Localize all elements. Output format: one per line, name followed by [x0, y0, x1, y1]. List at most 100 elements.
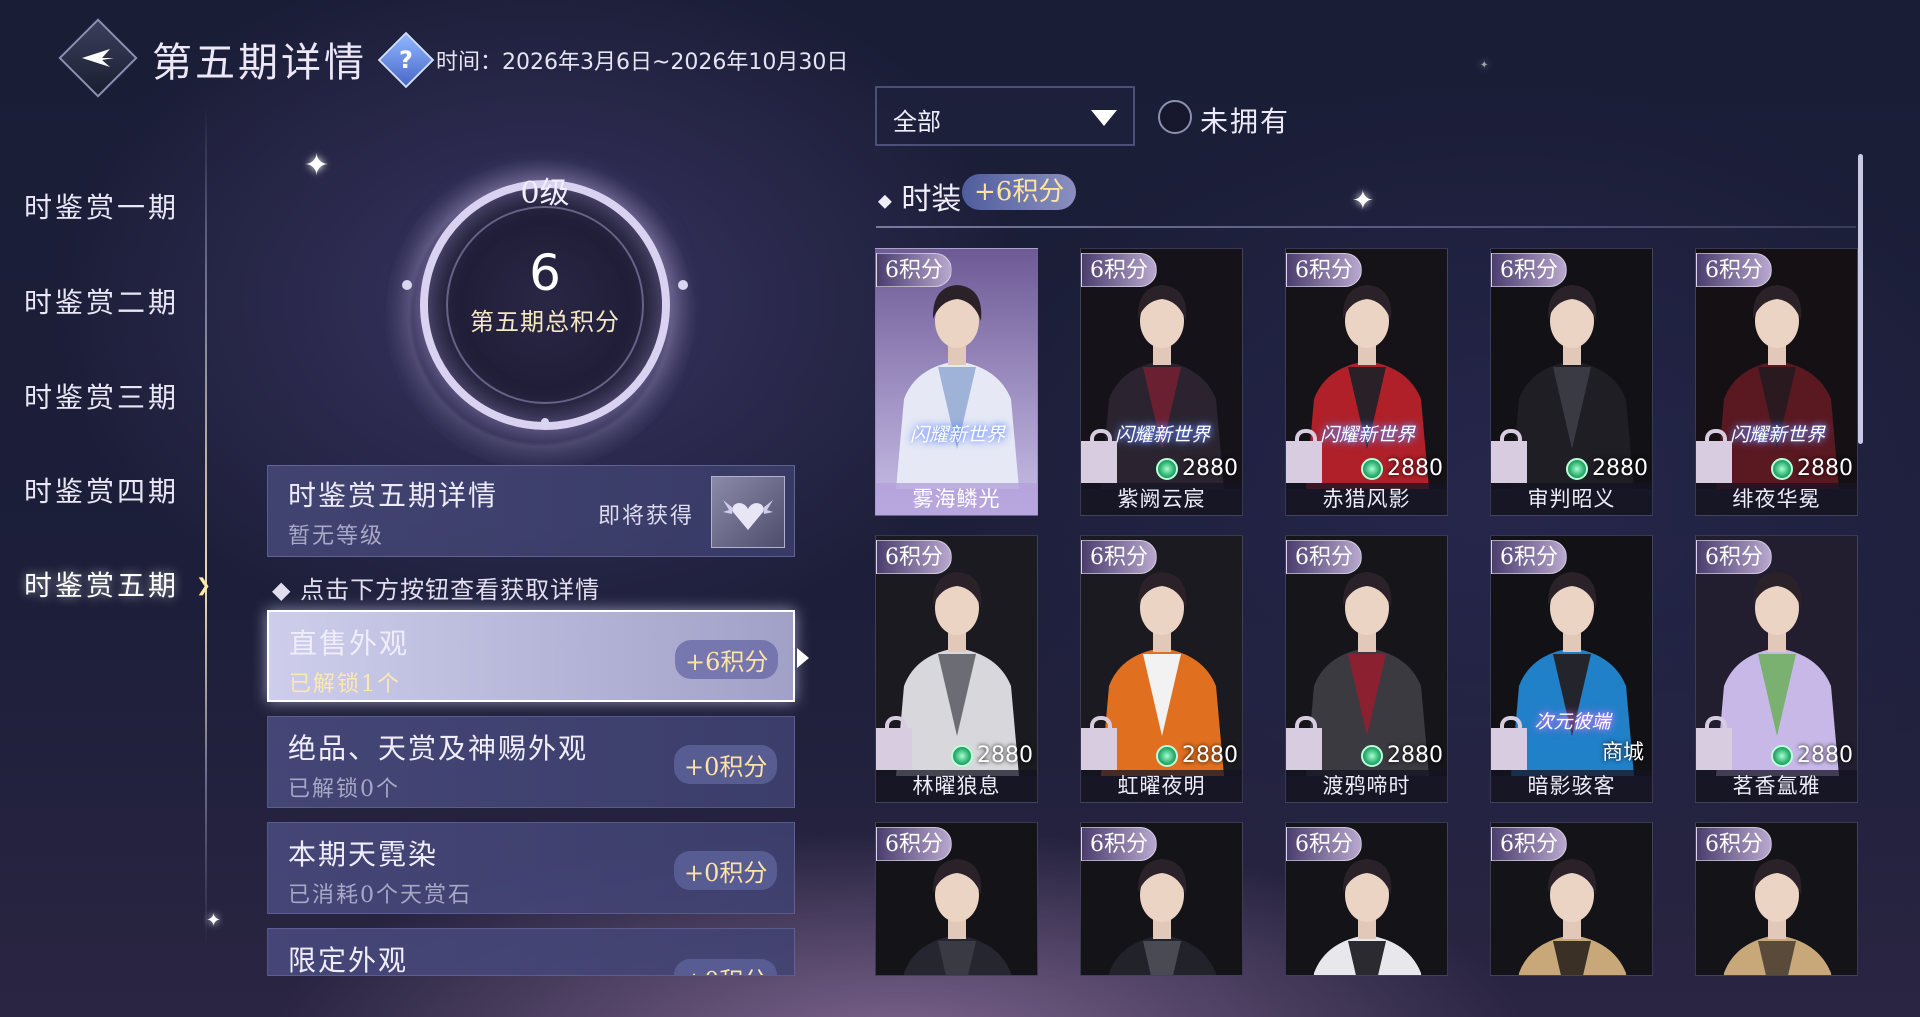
jade-currency-icon [1771, 457, 1793, 480]
upcoming-reward-label: 即将获得 [598, 504, 695, 529]
outfit-price: 2880 [951, 743, 1033, 768]
section-title: ◆ 时装 [878, 182, 962, 217]
scrollbar[interactable] [1858, 154, 1863, 444]
outfit-card[interactable]: 6积分 2880 审判昭义 [1490, 248, 1653, 516]
not-owned-radio[interactable] [1158, 100, 1192, 134]
outfit-card[interactable]: 6积分 [1695, 822, 1858, 976]
ring-dot [678, 280, 688, 290]
sparkle-decoration: ✦ [206, 910, 222, 931]
detail-title: 时鉴赏五期详情 [288, 479, 499, 512]
category-limited[interactable]: 限定外观 +0积分 [267, 928, 795, 976]
outfit-card[interactable]: 6积分 2880 林曜狼息 [875, 535, 1038, 803]
outfit-name: 审判昭义 [1491, 483, 1652, 515]
outfit-card[interactable]: 6积分 2880 茗香氲雅 [1695, 535, 1858, 803]
lock-icon [1081, 716, 1117, 770]
season-tab-1[interactable]: 时鉴赏一期 [24, 186, 179, 226]
outfit-price: 2880 [1771, 456, 1853, 481]
lock-icon [876, 716, 912, 770]
sparkle-decoration: ✦ [1352, 186, 1374, 216]
outfit-card[interactable]: 6积分 2880 渡鸦啼时 [1285, 535, 1448, 803]
outfit-points-badge: 6积分 [1286, 253, 1362, 287]
jade-currency-icon [951, 744, 973, 767]
category-filter-dropdown[interactable]: 全部 [875, 86, 1135, 146]
outfit-card[interactable]: 6积分 闪耀新世界 2880 紫阙云宸 [1080, 248, 1243, 516]
active-category-arrow-icon [797, 648, 809, 668]
upcoming-reward-slot[interactable] [711, 476, 785, 548]
outfit-points-badge: 6积分 [1491, 540, 1567, 574]
outfit-card[interactable]: 6积分 次元彼端 商城 暗影骇客 [1490, 535, 1653, 803]
category-points-badge: +0积分 [674, 745, 778, 784]
section-divider [876, 226, 1856, 228]
season-tab-5[interactable]: 时鉴赏五期 [24, 564, 179, 604]
level-label: 0级 [520, 176, 570, 211]
outfit-shop-label: 商城 [1602, 740, 1644, 764]
outfit-price-value: 2880 [1592, 456, 1648, 481]
outfit-name: 渡鸦啼时 [1286, 770, 1447, 802]
sparkle-decoration: ✦ [304, 148, 330, 183]
outfit-points-badge: 6积分 [876, 827, 952, 861]
not-owned-label[interactable]: 未拥有 [1200, 100, 1290, 140]
outfit-name: 紫阙云宸 [1081, 483, 1242, 515]
ring-dot [541, 418, 549, 426]
outfit-card[interactable]: 6积分 [1080, 822, 1243, 976]
outfit-price-value: 2880 [1182, 456, 1238, 481]
ring-dot [402, 280, 412, 290]
category-points-badge: +0积分 [674, 851, 778, 890]
jade-currency-icon [1156, 744, 1178, 767]
chevron-down-icon [1091, 110, 1117, 126]
outfit-price: 2880 [1156, 456, 1238, 481]
outfit-name: 雾海鳞光 [876, 483, 1037, 515]
outfit-points-badge: 6积分 [1081, 540, 1157, 574]
season-tab-2[interactable]: 时鉴赏二期 [24, 281, 179, 321]
outfit-points-badge: 6积分 [876, 540, 952, 574]
outfit-points-badge: 6积分 [1491, 253, 1567, 287]
question-icon: ? [399, 45, 413, 74]
category-title: 限定外观 [288, 944, 409, 976]
outfit-name: 暗影骇客 [1491, 770, 1652, 802]
lock-icon [1286, 716, 1322, 770]
season-tab-3[interactable]: 时鉴赏三期 [24, 376, 179, 416]
help-button[interactable]: ? [377, 31, 435, 89]
outfit-points-badge: 6积分 [1696, 253, 1772, 287]
outfit-price: 2880 [1771, 743, 1853, 768]
category-dye[interactable]: 本期天霓染 已消耗0个天赏石 +0积分 [267, 822, 795, 914]
hint-text: ◆ 点击下方按钮查看获取详情 [272, 576, 601, 604]
outfit-name: 绯夜华冕 [1696, 483, 1857, 515]
outfit-points-badge: 6积分 [1491, 827, 1567, 861]
filter-selected-value: 全部 [893, 108, 941, 136]
category-premium[interactable]: 绝品、天赏及神赐外观 已解锁0个 +0积分 [267, 716, 795, 808]
outfit-price-value: 2880 [1797, 456, 1853, 481]
section-points-badge: +6积分 [962, 174, 1077, 210]
outfit-price-value: 2880 [977, 743, 1033, 768]
category-title: 绝品、天赏及神赐外观 [288, 732, 589, 765]
season-menu-divider [205, 105, 207, 945]
outfit-points-badge: 6积分 [876, 253, 952, 287]
outfit-name: 林曜狼息 [876, 770, 1037, 802]
outfit-name: 虹曜夜明 [1081, 770, 1242, 802]
season-detail-card[interactable]: 时鉴赏五期详情 暂无等级 即将获得 [267, 465, 795, 557]
outfit-card[interactable]: 6积分 闪耀新世界 雾海鳞光 [875, 248, 1038, 516]
outfit-card[interactable]: 6积分 [1285, 822, 1448, 976]
outfit-card[interactable]: 6积分 闪耀新世界 2880 赤猎风影 [1285, 248, 1448, 516]
total-score-caption: 第五期总积分 [470, 308, 620, 336]
category-direct-sale[interactable]: 直售外观 已解锁1个 +6积分 [267, 610, 795, 702]
outfit-card[interactable]: 6积分 [875, 822, 1038, 976]
category-subtitle: 已解锁1个 [289, 672, 401, 697]
outfit-card[interactable]: 6积分 2880 虹曜夜明 [1080, 535, 1243, 803]
jade-currency-icon [1566, 457, 1588, 480]
jade-currency-icon [1361, 744, 1383, 767]
back-button[interactable] [58, 18, 138, 98]
lock-icon [1696, 716, 1732, 770]
outfit-points-badge: 6积分 [1696, 827, 1772, 861]
winged-heart-emblem-icon [723, 500, 773, 530]
season-tab-4[interactable]: 时鉴赏四期 [24, 470, 179, 510]
category-points-badge: +6积分 [675, 640, 779, 679]
outfit-price-value: 2880 [1182, 743, 1238, 768]
category-title: 直售外观 [289, 627, 410, 660]
outfit-price-value: 2880 [1387, 743, 1443, 768]
outfit-card[interactable]: 6积分 闪耀新世界 2880 绯夜华冕 [1695, 248, 1858, 516]
outfit-price: 2880 [1361, 743, 1443, 768]
sparkle-decoration: ✦ [1480, 60, 1489, 71]
outfit-name: 赤猎风影 [1286, 483, 1447, 515]
outfit-card[interactable]: 6积分 [1490, 822, 1653, 976]
